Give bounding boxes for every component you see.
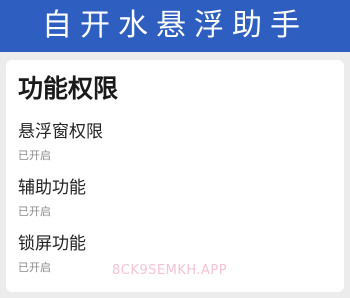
watermark-text: 8CK9SEMKH.APP [112, 263, 228, 278]
app-title: 自开水悬浮助手 [42, 8, 308, 43]
permissions-card: 功能权限 悬浮窗权限 已开启 辅助功能 已开启 锁屏功能 已开启 [6, 60, 344, 292]
permission-label: 辅助功能 [18, 178, 86, 198]
permission-status: 已开启 [18, 149, 51, 162]
permission-label: 悬浮窗权限 [18, 122, 103, 142]
permission-label: 锁屏功能 [18, 234, 86, 254]
permission-item-accessibility[interactable]: 辅助功能 已开启 [18, 180, 318, 224]
permissions-section-title: 功能权限 [18, 74, 119, 103]
permission-status: 已开启 [18, 205, 51, 218]
permission-item-floating-window[interactable]: 悬浮窗权限 已开启 [18, 124, 318, 168]
app-title-banner: 自开水悬浮助手 [0, 0, 350, 52]
